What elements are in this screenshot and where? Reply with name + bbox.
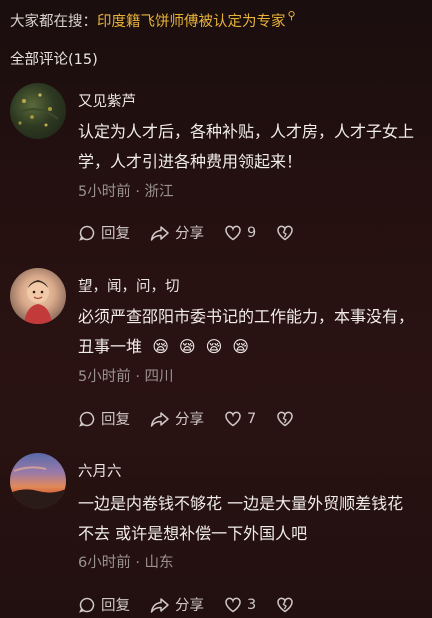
heart-icon [225, 597, 241, 612]
share-label: 分享 [175, 226, 204, 242]
comment-text: 认定为人才后，各种补贴，人才房，人才子女上学，人才引进各种费用领起来！ [78, 122, 415, 171]
reply-button[interactable]: 回复 [78, 594, 130, 615]
reply-icon [79, 411, 95, 427]
share-label: 分享 [175, 412, 204, 428]
search-icon: ⚲ [287, 9, 296, 22]
dislike-button[interactable] [276, 596, 299, 614]
share-button[interactable]: 分享 [150, 408, 204, 429]
comment-meta: 6小时前 · 山东 [78, 555, 174, 571]
sleepy-face-emoji: 😪 [205, 337, 223, 356]
like-count: 9 [247, 224, 257, 241]
comment-actions: 回复 分享 7 [78, 408, 319, 429]
comment-username[interactable]: 望，闻，问，切 [78, 275, 180, 296]
broken-heart-icon [277, 597, 293, 612]
like-button[interactable]: 7 [224, 410, 256, 428]
reply-label: 回复 [101, 598, 130, 614]
reply-button[interactable]: 回复 [78, 222, 130, 243]
avatar[interactable] [10, 83, 66, 139]
comment-username[interactable]: 又见紫芦 [78, 90, 136, 111]
reply-button[interactable]: 回复 [78, 408, 130, 429]
share-button[interactable]: 分享 [150, 594, 204, 615]
sleepy-face-emoji: 😪 [232, 337, 249, 356]
sleepy-face-emoji: 😪 [178, 337, 196, 356]
like-button[interactable]: 3 [224, 596, 256, 614]
trending-search-hint[interactable]: 大家都在搜： 印度籍飞饼师傅被认定为专家 ⚲ [10, 9, 296, 31]
dislike-button[interactable] [276, 224, 299, 242]
heart-icon [225, 411, 241, 426]
comment-actions: 回复 分享 3 [78, 594, 319, 615]
comment-actions: 回复 分享 9 [78, 222, 319, 243]
reply-icon [79, 597, 95, 613]
comment-count: 全部评论(15) [10, 52, 98, 68]
share-label: 分享 [175, 598, 204, 614]
trending-search-prefix: 大家都在搜： [10, 14, 97, 30]
sleepy-face-emoji: 😪 [152, 337, 169, 356]
dislike-button[interactable] [276, 410, 299, 428]
like-button[interactable]: 9 [224, 224, 256, 242]
comment-text-block: 必须严查邵阳市委书记的工作能力，本事没有，丑事一堆 😪 😪 😪 😪 [78, 302, 418, 362]
trending-search-query[interactable]: 印度籍飞饼师傅被认定为专家 [97, 10, 286, 31]
comment-username[interactable]: 六月六 [78, 460, 122, 481]
comment-meta: 5小时前 · 浙江 [78, 184, 174, 200]
reply-icon [79, 225, 95, 241]
comment-text: 一边是内卷钱不够花 一边是大量外贸顺差钱花不去 或许是想补偿一下外国人吧 [78, 494, 404, 543]
broken-heart-icon [277, 225, 293, 240]
heart-icon [225, 225, 241, 240]
broken-heart-icon [277, 411, 293, 426]
reply-label: 回复 [101, 226, 130, 242]
avatar[interactable] [10, 453, 66, 509]
avatar[interactable] [10, 268, 66, 324]
like-count: 3 [247, 596, 257, 613]
share-icon [150, 411, 169, 427]
like-count: 7 [247, 410, 257, 427]
share-button[interactable]: 分享 [150, 222, 204, 243]
share-icon [150, 225, 169, 241]
share-icon [150, 597, 169, 613]
comment-meta: 5小时前 · 四川 [78, 369, 174, 385]
reply-label: 回复 [101, 412, 130, 428]
